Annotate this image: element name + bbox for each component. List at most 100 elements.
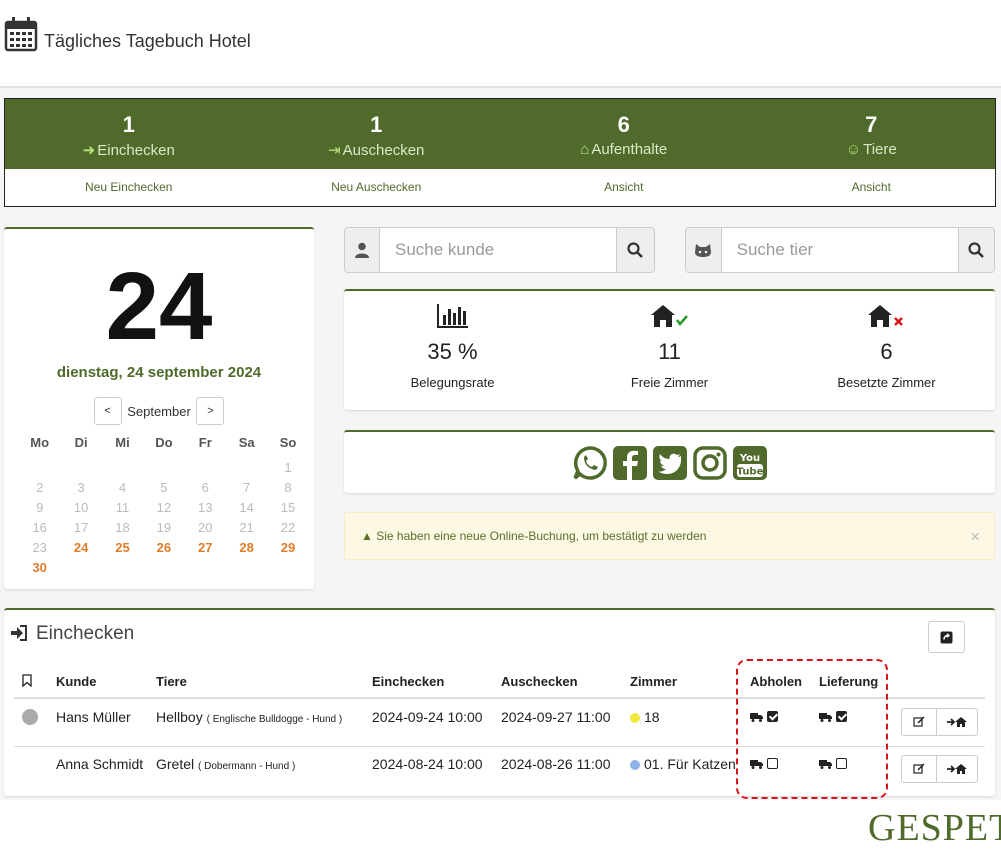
calendar-day[interactable]: 26 bbox=[143, 538, 184, 558]
calendar-day[interactable]: 17 bbox=[60, 518, 101, 538]
occupied-rooms-label: Besetzte Zimmer bbox=[837, 375, 936, 390]
bar-chart-icon bbox=[436, 304, 468, 328]
stat-count: 1 bbox=[122, 112, 135, 137]
calendar-day[interactable]: 8 bbox=[267, 478, 308, 498]
calendar-day[interactable]: 20 bbox=[185, 518, 226, 538]
calendar-day[interactable]: 25 bbox=[102, 538, 143, 558]
pet-name[interactable]: Hellboy bbox=[156, 709, 203, 725]
instagram-icon[interactable] bbox=[692, 445, 728, 481]
page-header: Tägliches Tagebuch Hotel bbox=[0, 0, 1001, 88]
refresh-icon bbox=[940, 631, 953, 643]
calendar-day[interactable]: 1 bbox=[267, 458, 308, 478]
calendar-day[interactable]: 22 bbox=[267, 518, 308, 538]
stat-count: 6 bbox=[617, 112, 630, 137]
calendar-day[interactable]: 7 bbox=[226, 478, 267, 498]
calendar-day[interactable]: 18 bbox=[102, 518, 143, 538]
pet-search-button[interactable] bbox=[957, 228, 994, 272]
calendar-empty bbox=[267, 558, 308, 578]
calendar-day[interactable]: 23 bbox=[19, 538, 60, 558]
weekday-label: Sa bbox=[238, 435, 255, 450]
calendar-icon bbox=[4, 16, 38, 57]
customer-search-input[interactable] bbox=[379, 228, 616, 272]
calendar-day[interactable]: 24 bbox=[60, 538, 101, 558]
calendar-empty bbox=[185, 458, 226, 478]
checkin-button[interactable] bbox=[937, 755, 978, 783]
occupancy-card: 35 % Belegungsrate 11 Freie Zimmer 6 Bes… bbox=[344, 289, 995, 410]
row-actions bbox=[901, 708, 978, 736]
view-pets-link[interactable]: Ansicht bbox=[748, 169, 996, 207]
room-color-dot bbox=[630, 713, 640, 724]
room-color-dot bbox=[630, 760, 640, 771]
calendar-day[interactable]: 19 bbox=[143, 518, 184, 538]
free-rooms-label: Freie Zimmer bbox=[630, 375, 709, 390]
calendar-day[interactable]: 9 bbox=[19, 498, 60, 518]
calendar-empty bbox=[185, 558, 226, 578]
user-icon bbox=[345, 228, 380, 272]
calendar-day[interactable]: 16 bbox=[19, 518, 60, 538]
next-month-button[interactable]: > bbox=[196, 397, 225, 425]
calendar-day[interactable]: 15 bbox=[267, 498, 308, 518]
brand-logo: GESPET bbox=[868, 807, 1001, 849]
edit-button[interactable] bbox=[901, 708, 937, 736]
checkin-button[interactable] bbox=[937, 708, 978, 736]
edit-button[interactable] bbox=[901, 755, 937, 783]
page-title: Tägliches Tagebuch Hotel bbox=[44, 31, 251, 51]
new-checkout-link[interactable]: Neu Auschecken bbox=[253, 169, 501, 207]
calendar-day[interactable]: 10 bbox=[60, 498, 101, 518]
facebook-icon[interactable] bbox=[612, 445, 648, 481]
calendar-day[interactable]: 13 bbox=[185, 498, 226, 518]
stat-pets: 7 ☺ Tiere bbox=[748, 99, 996, 169]
calendar-day[interactable]: 14 bbox=[226, 498, 267, 518]
pet-search-input[interactable] bbox=[721, 228, 958, 272]
prev-month-button[interactable]: < bbox=[93, 397, 122, 425]
customer-search-button[interactable] bbox=[615, 228, 654, 272]
calendar-empty bbox=[60, 458, 101, 478]
customer-search bbox=[344, 227, 655, 273]
occupancy-label: Belegungsrate bbox=[410, 375, 495, 390]
calendar-day[interactable]: 6 bbox=[185, 478, 226, 498]
whatsapp-icon[interactable] bbox=[572, 445, 608, 481]
svg-text:Tube: Tube bbox=[736, 466, 763, 477]
room-name: 18 bbox=[644, 709, 660, 725]
pet-icon: ☺ bbox=[845, 141, 862, 158]
calendar-day[interactable]: 5 bbox=[143, 478, 184, 498]
calendar-day[interactable]: 30 bbox=[19, 558, 60, 578]
calendar-empty bbox=[143, 558, 184, 578]
calendar-day[interactable]: 3 bbox=[60, 478, 101, 498]
occupancy-rate: 35 % Belegungsrate bbox=[344, 291, 561, 410]
weekday-label: So bbox=[279, 435, 297, 450]
current-date: dienstag, 24 september 2024 bbox=[56, 364, 262, 381]
stat-count: 7 bbox=[865, 112, 878, 137]
month-navigation: < September > bbox=[4, 397, 314, 425]
youtube-icon[interactable]: You Tube bbox=[732, 445, 768, 481]
view-stays-link[interactable]: Ansicht bbox=[500, 169, 748, 207]
calendar-day[interactable]: 29 bbox=[267, 538, 308, 558]
calendar-day[interactable]: 21 bbox=[226, 518, 267, 538]
status-indicator bbox=[22, 709, 38, 725]
calendar-day[interactable]: 12 bbox=[143, 498, 184, 518]
twitter-icon[interactable] bbox=[652, 445, 688, 481]
calendar-day[interactable]: 2 bbox=[19, 478, 60, 498]
checkin-date: 2024-09-24 10:00 bbox=[372, 709, 483, 725]
weekday-label: Mi bbox=[115, 435, 130, 450]
calendar-empty bbox=[19, 458, 60, 478]
close-icon[interactable]: × bbox=[970, 527, 980, 547]
home-x-icon bbox=[867, 305, 903, 327]
new-checkin-link[interactable]: Neu Einchecken bbox=[5, 169, 253, 207]
column-header-pets: Tiere bbox=[156, 674, 187, 689]
pet-name[interactable]: Gretel bbox=[156, 756, 194, 772]
customer-name[interactable]: Hans Müller bbox=[56, 709, 131, 725]
stat-stays: 6 ⌂ Aufenthalte bbox=[500, 99, 748, 169]
customer-name[interactable]: Anna Schmidt bbox=[56, 756, 143, 772]
refresh-button[interactable] bbox=[928, 621, 965, 653]
calendar-day[interactable]: 4 bbox=[102, 478, 143, 498]
home-icon: ⌂ bbox=[580, 141, 590, 158]
calendar-day[interactable]: 28 bbox=[226, 538, 267, 558]
column-header-room: Zimmer bbox=[630, 674, 677, 689]
search-icon bbox=[968, 242, 985, 258]
sign-in-icon: ➜ bbox=[82, 142, 96, 159]
calendar-grid: Mo Di Mi Do Fr Sa So 1 2 3 4 5 6 7 8 9 10 11 12 13 14 15 16 17 1… bbox=[19, 433, 309, 578]
calendar-day[interactable]: 27 bbox=[185, 538, 226, 558]
section-title: Einchecken bbox=[36, 623, 135, 644]
calendar-day[interactable]: 11 bbox=[102, 498, 143, 518]
